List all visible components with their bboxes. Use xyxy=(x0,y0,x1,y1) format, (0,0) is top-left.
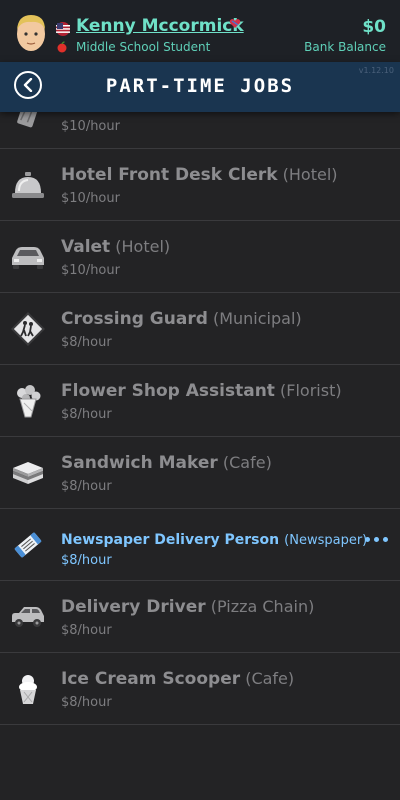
job-title: Sandwich Maker xyxy=(61,453,218,473)
page-header: PART-TIME JOBS v1.12.10 xyxy=(0,62,400,112)
job-wage: $8/hour xyxy=(61,335,112,350)
job-title: Flower Shop Assistant xyxy=(61,381,275,401)
delivery-car-icon xyxy=(10,599,46,635)
job-employer: (Hotel) xyxy=(282,165,338,184)
job-row[interactable]: Delivery Driver (Pizza Chain) $8/hour xyxy=(0,581,400,653)
job-wage: $8/hour xyxy=(61,407,112,422)
job-row[interactable]: Crossing Guard (Municipal) $8/hour xyxy=(0,293,400,365)
sandwich-icon xyxy=(10,455,46,491)
job-title: Hotel Front Desk Clerk xyxy=(61,165,278,185)
job-wage: $8/hour xyxy=(61,623,112,638)
job-title: Ice Cream Scooper xyxy=(61,669,241,689)
job-title: Newspaper Delivery Person xyxy=(61,532,280,548)
apple-icon xyxy=(57,41,67,53)
job-wage: $8/hour xyxy=(61,553,112,568)
ice-cream-icon xyxy=(10,671,46,707)
status-bar: Kenny Mccormick Middle School Student $0… xyxy=(0,0,400,62)
job-employer: (Newspaper) xyxy=(284,533,368,548)
job-row[interactable]: Flower Shop Assistant (Florist) $8/hour xyxy=(0,365,400,437)
job-employer: (Pizza Chain) xyxy=(210,597,315,616)
job-row[interactable]: Sandwich Maker (Cafe) $8/hour xyxy=(0,437,400,509)
bank-balance-label: Bank Balance xyxy=(304,40,386,54)
us-flag-icon xyxy=(56,22,70,36)
heart-icon xyxy=(229,19,241,28)
job-title: Delivery Driver xyxy=(61,597,206,617)
job-row[interactable]: Ice Cream Scooper (Cafe) $8/hour xyxy=(0,653,400,725)
job-employer: (Cafe) xyxy=(245,669,295,688)
player-name[interactable]: Kenny Mccormick xyxy=(76,16,244,36)
newspaper-icon xyxy=(10,527,46,563)
job-title: Crossing Guard xyxy=(61,309,208,329)
more-options-icon[interactable] xyxy=(365,537,388,542)
bouquet-icon xyxy=(10,383,46,419)
job-row-selected[interactable]: Newspaper Delivery Person (Newspaper) $8… xyxy=(0,509,400,581)
service-bell-icon xyxy=(10,167,46,203)
job-employer: (Cafe) xyxy=(222,453,272,472)
job-wage: $8/hour xyxy=(61,695,112,710)
job-wage: $10/hour xyxy=(61,263,120,278)
bank-balance-value[interactable]: $0 xyxy=(362,17,386,37)
version-label: v1.12.10 xyxy=(358,66,394,75)
job-employer: (Florist) xyxy=(280,381,342,400)
job-title: Valet xyxy=(61,237,111,257)
avatar[interactable] xyxy=(12,12,50,54)
job-wage: $8/hour xyxy=(61,479,112,494)
job-employer: (Municipal) xyxy=(212,309,302,328)
job-row[interactable]: Valet (Hotel) $10/hour xyxy=(0,221,400,293)
job-wage: $10/hour xyxy=(61,119,120,134)
job-wage: $10/hour xyxy=(61,191,120,206)
car-icon xyxy=(10,239,46,275)
job-employer: (Hotel) xyxy=(115,237,171,256)
page-title: PART-TIME JOBS xyxy=(105,75,295,97)
school-crossing-sign-icon xyxy=(10,311,46,347)
job-row[interactable]: Hotel Front Desk Clerk (Hotel) $10/hour xyxy=(0,149,400,221)
player-role: Middle School Student xyxy=(76,40,211,54)
